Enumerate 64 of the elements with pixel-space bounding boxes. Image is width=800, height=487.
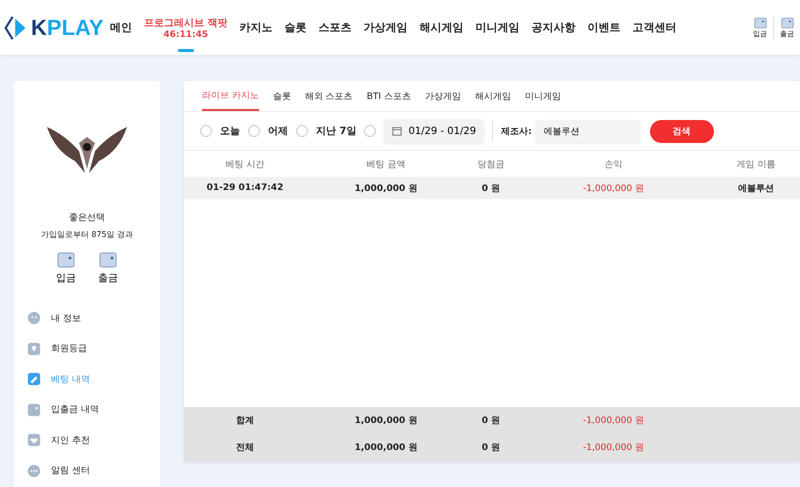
nav-link[interactable]: 해시게임 [413, 0, 470, 55]
table-cell-text: 01-29 01:47:42 [206, 183, 284, 193]
category-tab[interactable]: 해시게임 [474, 81, 511, 111]
nav-link[interactable]: 공지사항 [525, 0, 582, 55]
wallet-button[interactable]: 출금 [98, 252, 118, 285]
provider-field[interactable]: 에볼루션 [536, 120, 640, 142]
nav-link[interactable]: 미니게임 [469, 0, 526, 55]
period-radio[interactable] [248, 125, 260, 137]
kplay-logo[interactable]: KPLAY [4, 14, 104, 42]
wallet-icon [754, 16, 766, 28]
total-cell-text: 합계 [235, 415, 255, 427]
total-cell-text: 전체 [235, 442, 255, 454]
table-cell-text: 에볼루션 [737, 182, 775, 194]
nav-link[interactable]: 고객센터 [626, 0, 682, 55]
column-header: 베팅 시간 [224, 158, 266, 170]
period-radio[interactable] [296, 125, 308, 137]
category-tab[interactable]: 슬롯 [272, 81, 291, 111]
nav-link[interactable]: 스포츠 [312, 0, 358, 55]
category-tab[interactable]: 해외 스포츠 [304, 81, 353, 111]
total-cell-text: 1,000,000 원 [354, 415, 418, 427]
sidebar-menu-item[interactable]: 지인 추천 [27, 425, 147, 456]
sidebar-menu-item[interactable]: 알림 센터 [27, 456, 147, 486]
calendar-icon [392, 126, 402, 136]
date-range-picker[interactable]: 01/29 - 01/29 [384, 119, 484, 143]
total-cell-text: -1,000,000 원 [582, 415, 645, 427]
pencil-icon [27, 372, 41, 386]
nav-link[interactable]: 메인 [104, 0, 138, 55]
sidebar-menu-item[interactable]: 내 정보 [27, 303, 147, 334]
category-tab[interactable]: 라이브 카지노 [202, 81, 259, 111]
category-tab[interactable]: 가상게임 [424, 81, 461, 111]
provider-label: 제조사: [501, 126, 532, 138]
period-radio[interactable] [364, 125, 376, 137]
wallet-icon [27, 402, 41, 417]
period-label: 오늘 [220, 125, 240, 138]
column-header: 손익 [604, 158, 624, 170]
sidebar-menu-item[interactable]: 입출금 내역 [27, 394, 147, 425]
column-header: 게임 이름 [736, 158, 776, 170]
table-cell-text: 1,000,000 원 [354, 182, 418, 194]
column-header: 당첨금 [476, 158, 506, 170]
nav-link[interactable]: 가상게임 [357, 0, 414, 55]
total-cell-text: 0 원 [480, 415, 502, 427]
table-cell-text: -1,000,000 원 [582, 182, 645, 194]
sidebar-menu-item[interactable]: 회원등급 [27, 334, 147, 364]
username: 좋은선택 [69, 212, 105, 224]
search-button[interactable]: 검색 [650, 120, 714, 142]
face-icon [27, 311, 41, 326]
period-radio[interactable] [200, 125, 212, 137]
total-cell-text: -1,000,000 원 [582, 442, 645, 454]
nav-link[interactable]: 카지노 [233, 0, 278, 55]
membership-duration: 가입일로부터 875일 경과 [40, 229, 134, 240]
category-tab[interactable]: 미니게임 [524, 81, 561, 111]
table-cell-text: 0 원 [480, 182, 502, 194]
column-header: 베팅 금액 [366, 158, 406, 170]
total-cell-text: 1,000,000 원 [354, 442, 418, 454]
period-label: 어제 [268, 125, 288, 138]
wallet-button[interactable]: 입금 [56, 252, 76, 285]
wallet-icon [780, 16, 794, 28]
chat-icon [27, 464, 41, 478]
nav-link[interactable]: 슬롯 [278, 0, 312, 55]
nav-link[interactable]: 프로그레시브 잭팟 46:11:45 [138, 0, 234, 55]
category-tab[interactable]: BTI 스포츠 [366, 81, 411, 111]
nav-link[interactable]: 이벤트 [581, 0, 626, 55]
period-label: 지난 7일 [316, 125, 356, 138]
total-cell-text: 0 원 [480, 442, 502, 454]
